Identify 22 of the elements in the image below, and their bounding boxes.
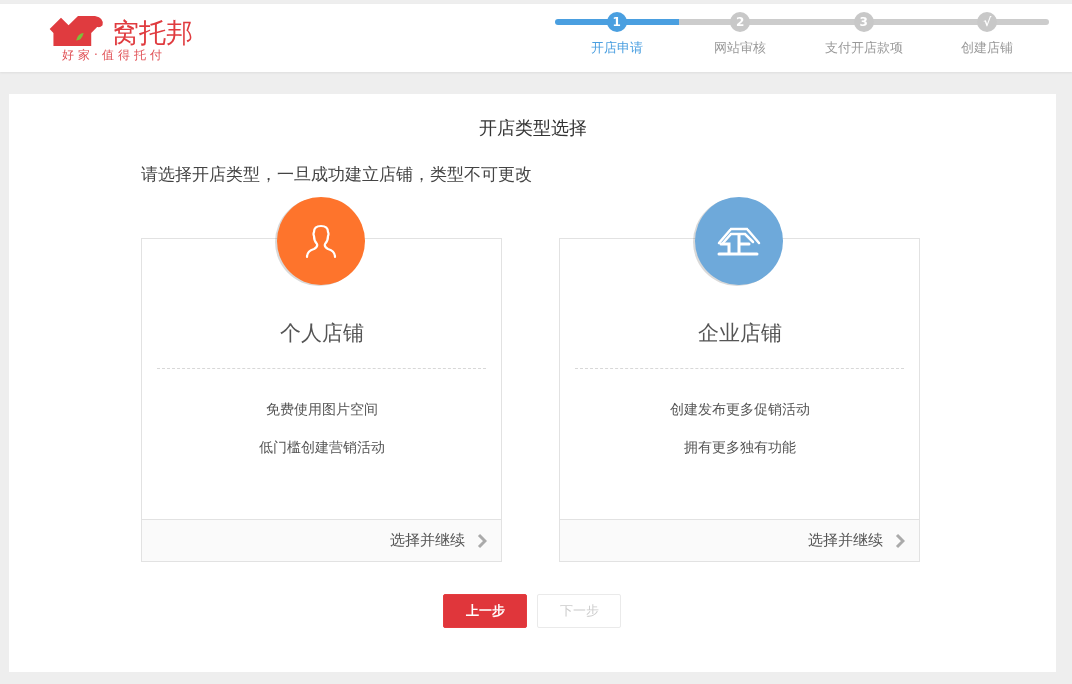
feature-text: 创建发布更多促销活动 xyxy=(669,400,810,419)
page-title: 开店类型选择 xyxy=(478,116,587,140)
step-number: 1 xyxy=(606,12,627,32)
step-label[interactable]: 支付开店款项 xyxy=(824,39,903,57)
step-label[interactable]: 网站审核 xyxy=(714,39,767,57)
select-continue-link[interactable]: 选择并继续 xyxy=(142,519,501,561)
chevron-right-icon xyxy=(477,532,487,549)
feature-text: 免费使用图片空间 xyxy=(265,400,378,419)
feature-text: 低门槛创建营销活动 xyxy=(258,438,385,457)
instruction-text: 请选择开店类型，一旦成功建立店铺，类型不可更改 xyxy=(141,163,533,186)
logo-text: 窝托邦 xyxy=(112,18,193,48)
previous-step-button[interactable]: 上一步 xyxy=(443,594,527,628)
logo-slogan: 好家·值得托付 xyxy=(62,48,167,62)
step-label[interactable]: 开店申请 xyxy=(590,39,643,57)
shop-type-name: 企业店铺 xyxy=(697,320,782,347)
step-label[interactable]: 创建店铺 xyxy=(961,39,1014,57)
select-continue-link[interactable]: 选择并继续 xyxy=(560,519,919,561)
step-number: √ xyxy=(977,12,998,32)
chevron-right-icon xyxy=(895,532,905,549)
person-icon xyxy=(303,222,339,260)
shop-type-name: 个人店铺 xyxy=(279,320,364,347)
feature-text: 拥有更多独有功能 xyxy=(683,438,796,457)
